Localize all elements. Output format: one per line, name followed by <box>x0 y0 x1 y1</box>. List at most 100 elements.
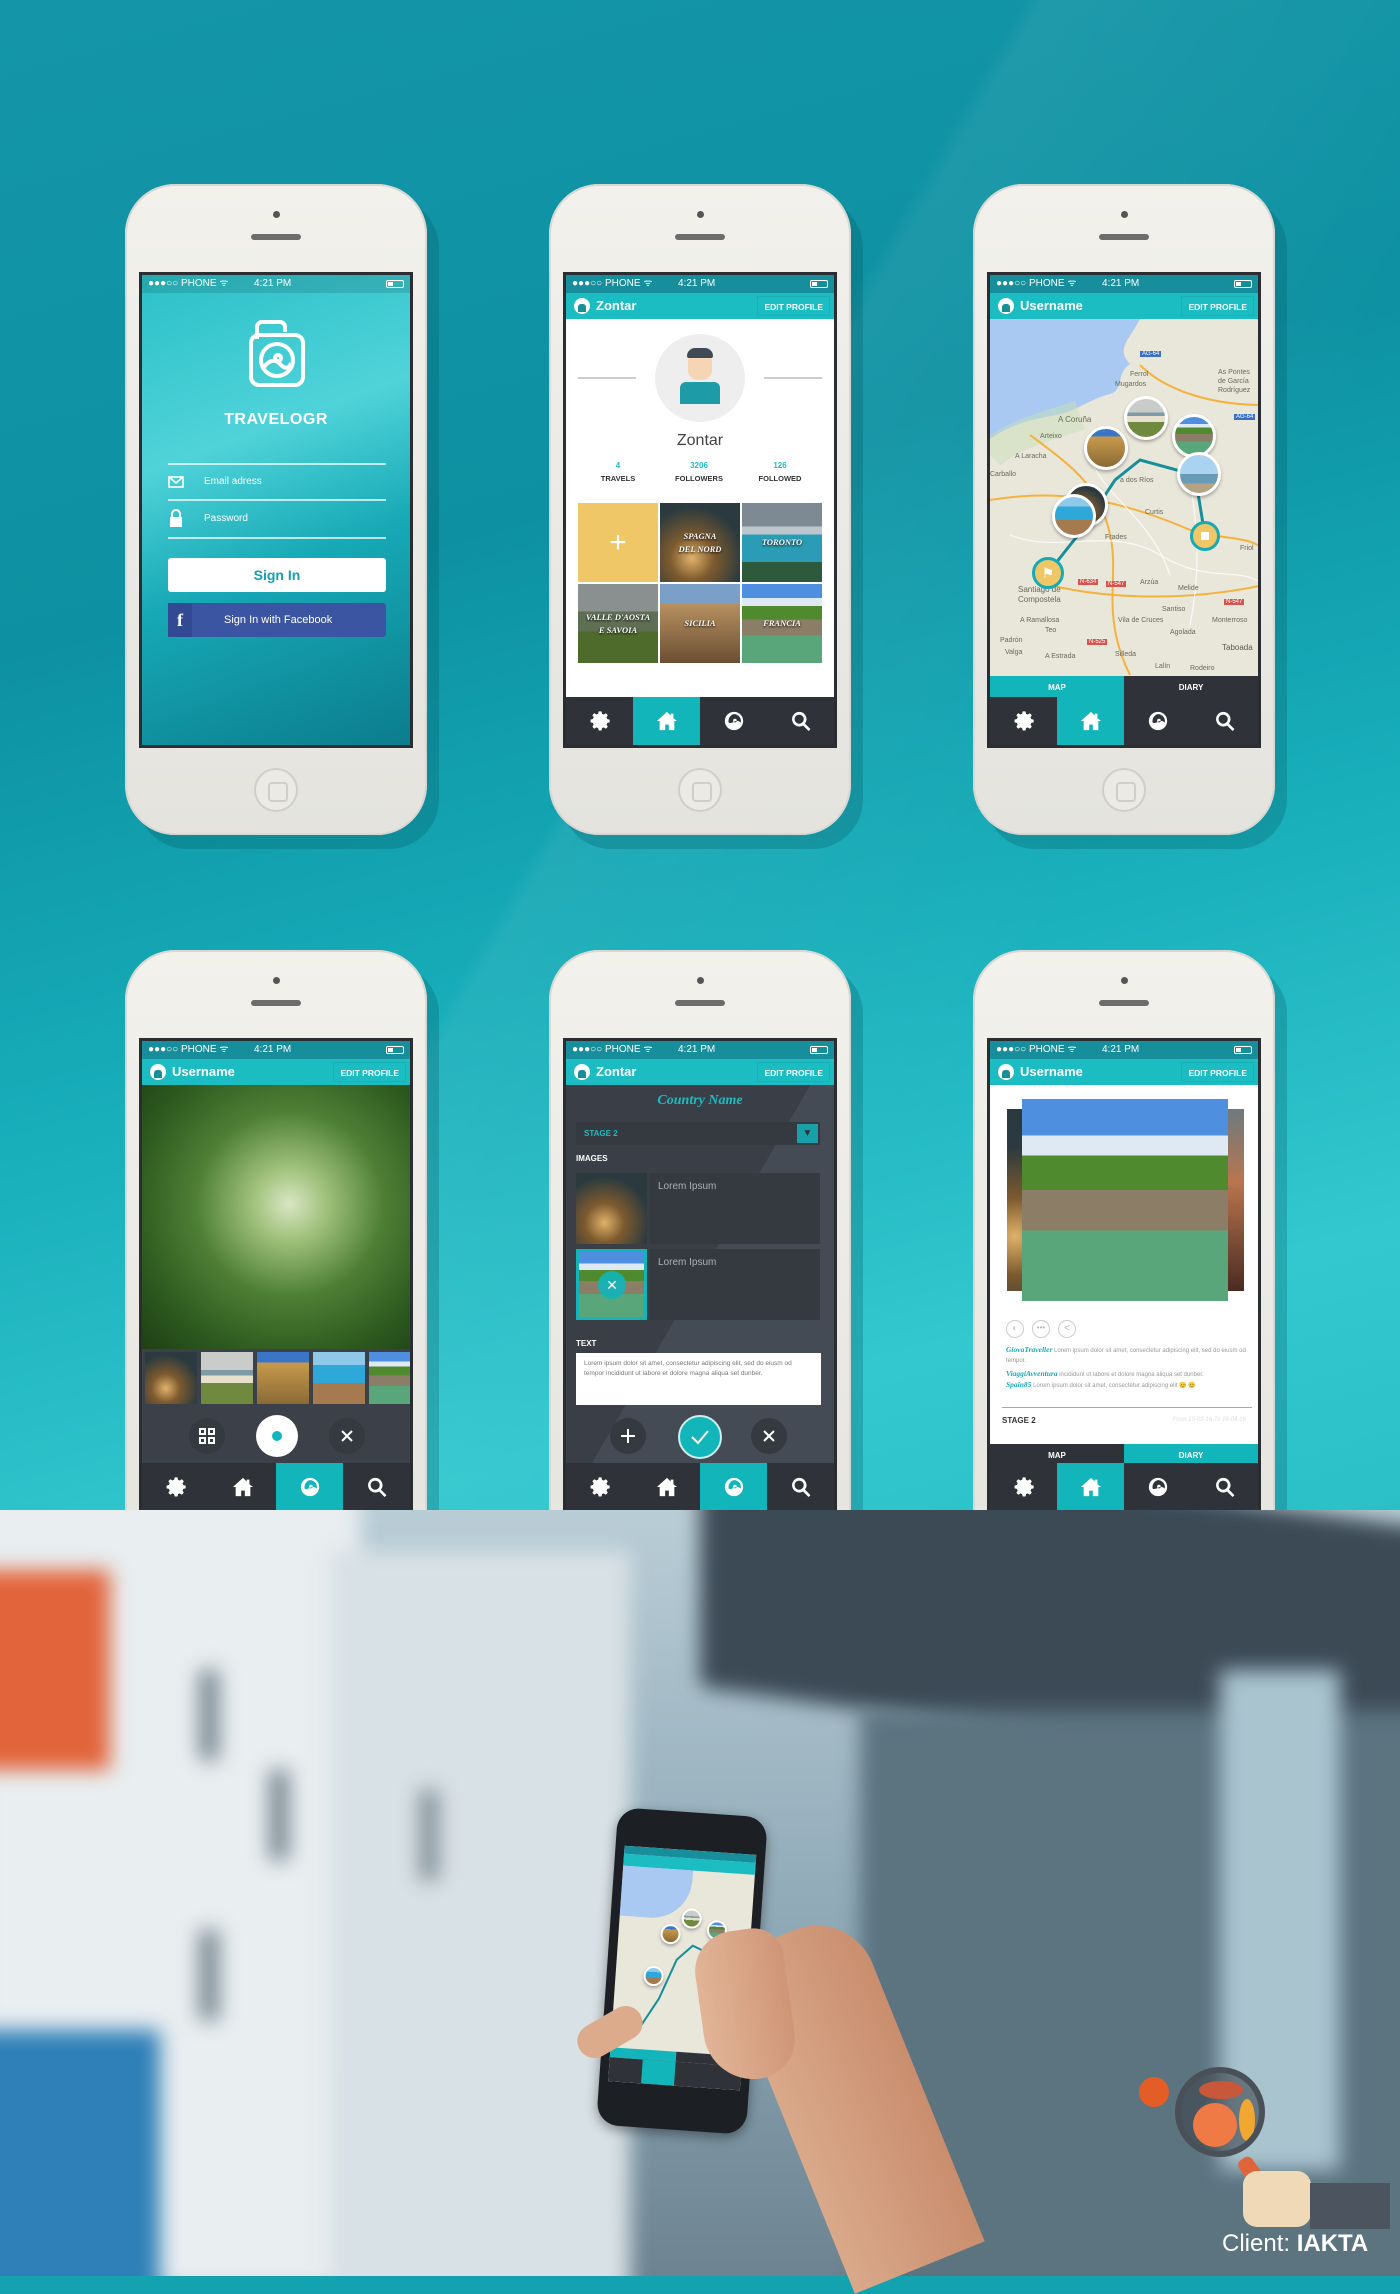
divider <box>1002 1407 1252 1408</box>
stat-travels[interactable]: 4 TRAVELS <box>588 461 648 483</box>
header-username: Username <box>1020 298 1083 313</box>
gallery-thumbnail[interactable] <box>313 1352 365 1404</box>
nav-search[interactable] <box>1191 697 1258 745</box>
nav-home[interactable] <box>633 697 700 745</box>
gallery-thumbnail[interactable] <box>257 1352 309 1404</box>
map-photo-pin[interactable] <box>1124 396 1168 440</box>
nav-camera[interactable] <box>700 1463 767 1511</box>
text-label: TEXT <box>576 1339 597 1348</box>
home-button[interactable] <box>1102 768 1146 812</box>
comment-user[interactable]: Spain85 <box>1006 1380 1031 1389</box>
lock-icon <box>170 509 182 527</box>
gallery-grid-button[interactable] <box>189 1418 225 1454</box>
nav-settings[interactable] <box>990 697 1057 745</box>
album-tile[interactable]: TORONTO <box>742 503 822 582</box>
avatar[interactable] <box>150 1064 166 1080</box>
add-button[interactable] <box>610 1418 646 1454</box>
stat-followed[interactable]: 126 FOLLOWED <box>750 461 810 483</box>
home-button[interactable] <box>254 768 298 812</box>
map-label: A Coruña <box>1058 415 1092 424</box>
avatar[interactable] <box>574 298 590 314</box>
avatar[interactable] <box>998 1064 1014 1080</box>
tab-diary[interactable]: DIARY <box>1124 676 1258 699</box>
stage-dropdown[interactable]: STAGE 2 ▼ <box>576 1122 820 1145</box>
map-photo-pin[interactable] <box>1052 494 1096 538</box>
view-tabs: MAP DIARY <box>990 676 1258 699</box>
like-button[interactable]: ◐ <box>1006 1320 1024 1338</box>
password-placeholder: Password <box>204 513 248 524</box>
edit-profile-button[interactable]: EDIT PROFILE <box>757 1062 830 1082</box>
tab-map[interactable]: MAP <box>990 676 1124 699</box>
close-button[interactable] <box>329 1418 365 1454</box>
mail-icon <box>168 476 184 488</box>
confirm-button[interactable] <box>678 1415 722 1459</box>
speaker <box>1099 234 1149 240</box>
gallery-thumbnail[interactable] <box>201 1352 253 1404</box>
edit-profile-button[interactable]: EDIT PROFILE <box>1181 1062 1254 1082</box>
add-album-button[interactable]: + <box>578 503 658 582</box>
edit-profile-button[interactable]: EDIT PROFILE <box>757 296 830 316</box>
album-tile[interactable]: VALLE D'AOSTA E SAVOIA <box>578 584 658 663</box>
nav-home[interactable] <box>1057 1463 1124 1511</box>
nav-settings[interactable] <box>142 1463 209 1511</box>
image-thumbnail-selected[interactable]: ✕ <box>576 1249 647 1320</box>
edit-profile-button[interactable]: EDIT PROFILE <box>1181 296 1254 316</box>
text-area[interactable]: Lorem ipsum dolor sit amet, consectetur … <box>576 1353 821 1405</box>
carrier: ●●●○○ PHONE ᯤ <box>148 278 229 289</box>
nav-camera[interactable] <box>1124 1463 1191 1511</box>
facebook-sign-in-button[interactable]: f Sign In with Facebook <box>168 603 386 637</box>
nav-search[interactable] <box>343 1463 410 1511</box>
nav-camera[interactable] <box>276 1463 343 1511</box>
sign-in-button[interactable]: Sign In <box>168 558 386 592</box>
image-thumbnail[interactable] <box>576 1173 647 1244</box>
album-tile[interactable]: FRANCIA <box>742 584 822 663</box>
gallery-thumbnail[interactable] <box>145 1352 197 1404</box>
status-bar: ●●●○○ PHONE ᯤ 4:21 PM <box>142 275 410 293</box>
avatar[interactable] <box>998 298 1014 314</box>
stat-followers[interactable]: 3206 FOLLOWERS <box>669 461 729 483</box>
cancel-button[interactable] <box>751 1418 787 1454</box>
nav-settings[interactable] <box>566 697 633 745</box>
map-view[interactable]: Ferrol Mugardos As Pontes de García Rodr… <box>990 319 1258 676</box>
comment-user[interactable]: ViaggiAvventura <box>1006 1369 1058 1378</box>
nav-camera[interactable] <box>700 697 767 745</box>
password-field[interactable]: Password <box>168 501 386 537</box>
diary-photo[interactable] <box>1022 1099 1228 1301</box>
map-label: A Ramallosa <box>1020 617 1060 624</box>
edit-profile-button[interactable]: EDIT PROFILE <box>333 1062 406 1082</box>
email-field[interactable]: Email adress <box>168 467 386 499</box>
map-label: A Estrada <box>1045 653 1076 660</box>
nav-home[interactable] <box>633 1463 700 1511</box>
share-button[interactable]: < <box>1058 1320 1076 1338</box>
start-flag-marker[interactable]: ⚑ <box>1032 557 1064 589</box>
profile-avatar[interactable] <box>655 334 745 422</box>
stop-marker[interactable] <box>1190 521 1220 551</box>
more-button[interactable]: ••• <box>1032 1320 1050 1338</box>
nav-settings[interactable] <box>990 1463 1057 1511</box>
header-username: Zontar <box>596 1064 637 1079</box>
avatar[interactable] <box>574 1064 590 1080</box>
close-icon <box>763 1430 775 1442</box>
nav-search[interactable] <box>1191 1463 1258 1511</box>
nav-home[interactable] <box>1057 697 1124 745</box>
map-photo-pin[interactable] <box>1177 452 1221 496</box>
header-username: Username <box>172 1064 235 1079</box>
shutter-button[interactable] <box>256 1415 298 1457</box>
home-button[interactable] <box>678 768 722 812</box>
image-caption-field[interactable]: Lorem Ipsum <box>650 1249 820 1320</box>
comment: GiovaTraveller Lorem ipsum dolor sit ame… <box>1006 1345 1251 1366</box>
nav-settings[interactable] <box>566 1463 633 1511</box>
image-caption-field[interactable]: Lorem Ipsum <box>650 1173 820 1244</box>
nav-search[interactable] <box>767 1463 834 1511</box>
map-photo-pin[interactable] <box>1084 426 1128 470</box>
camera-icon <box>723 1476 745 1498</box>
remove-image-icon[interactable]: ✕ <box>598 1271 626 1299</box>
nav-home[interactable] <box>209 1463 276 1511</box>
comment-user[interactable]: GiovaTraveller <box>1006 1345 1052 1354</box>
album-tile[interactable]: SPAGNA DEL NORD <box>660 503 740 582</box>
nav-camera[interactable] <box>1124 697 1191 745</box>
gallery-thumbnail[interactable] <box>369 1352 410 1404</box>
nav-search[interactable] <box>767 697 834 745</box>
comments-list: GiovaTraveller Lorem ipsum dolor sit ame… <box>1006 1345 1251 1391</box>
album-tile[interactable]: SICILIA <box>660 584 740 663</box>
